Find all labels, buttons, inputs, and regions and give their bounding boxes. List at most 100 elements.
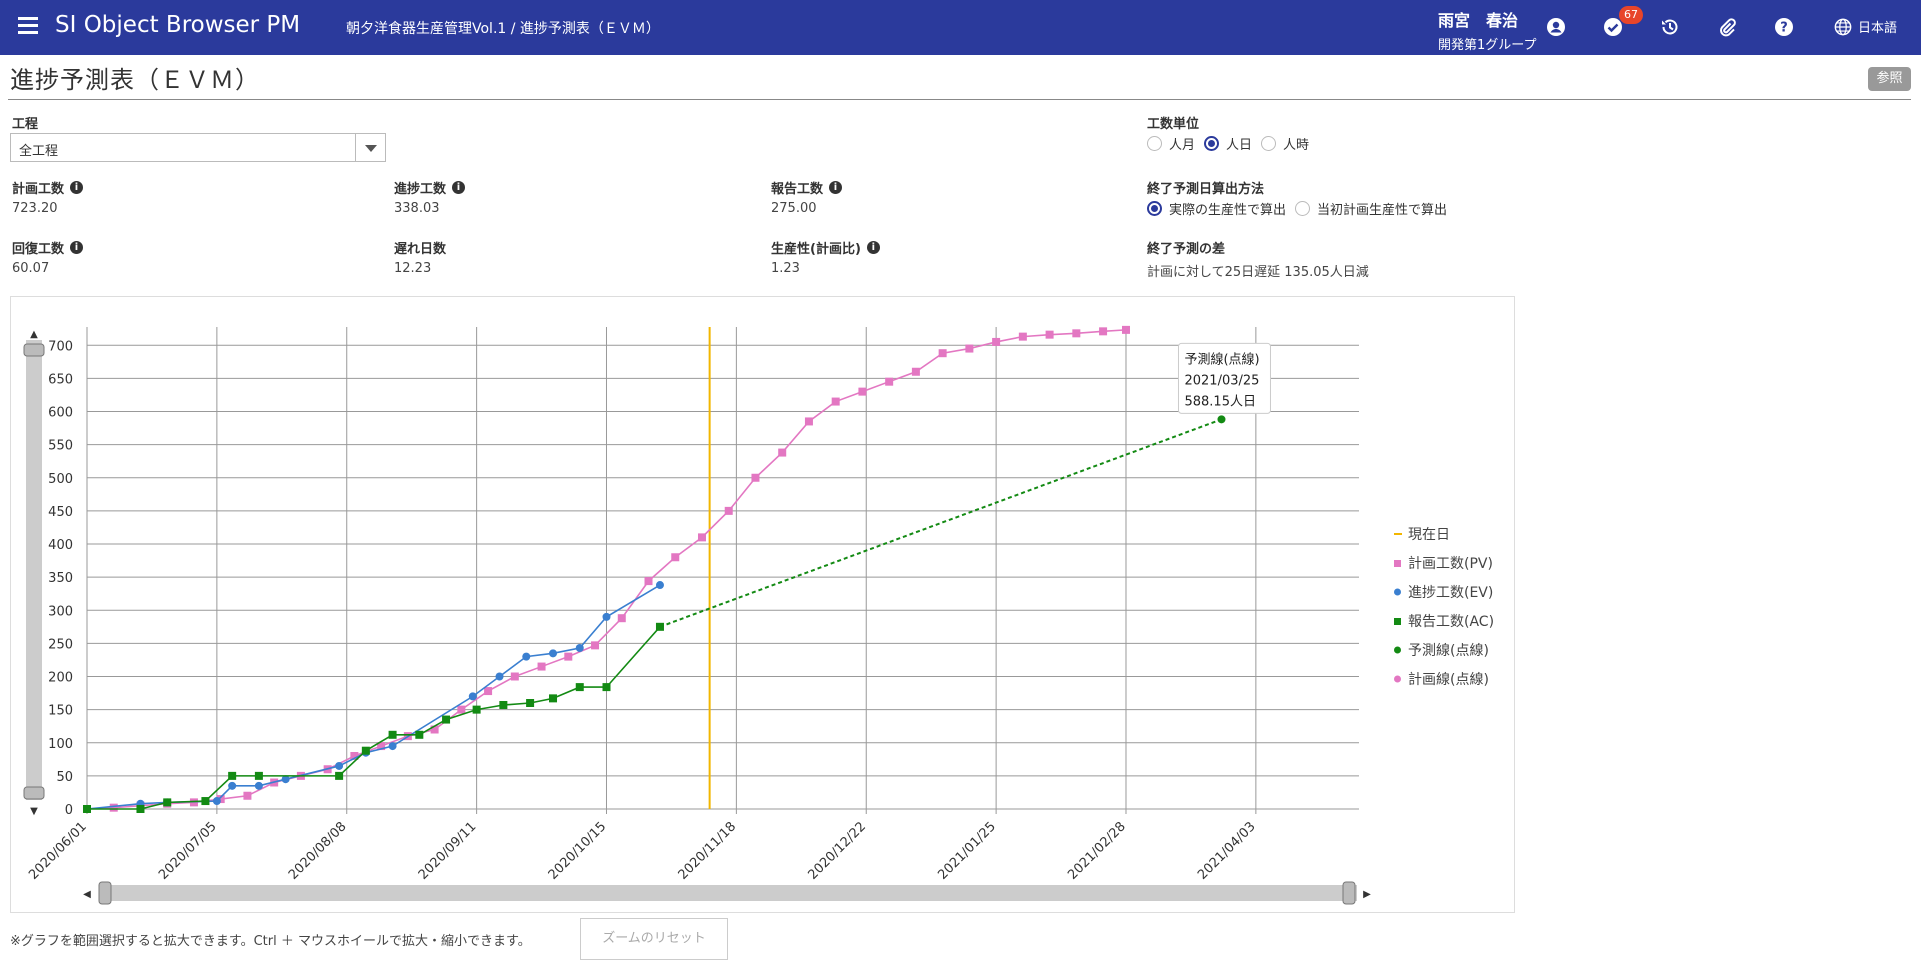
scroll-down-icon: ▼ [30,806,38,817]
radio-icon[interactable] [1261,136,1277,151]
legend-marker [1394,675,1401,683]
data-point [136,805,145,813]
y-tick-label: 500 [48,472,73,487]
y-tick-label: 600 [48,406,73,421]
app-header: SI Object Browser PM 朝夕洋食器生産管理Vol.1 / 進捗… [0,0,1921,55]
info-icon[interactable]: i [70,241,84,254]
breadcrumb: 朝夕洋食器生産管理Vol.1 / 進捗予測表（ＥＶＭ） [346,21,660,37]
reported-effort-label: 報告工数 i [771,178,843,197]
legend-marker [1394,588,1401,596]
info-icon[interactable]: i [866,241,880,254]
radio-icon[interactable] [1147,136,1162,151]
recovery-effort-value: 60.07 [12,261,50,276]
y-tick-label: 200 [48,671,73,686]
data-point [495,672,504,681]
unit-option-day[interactable]: 人日 [1204,134,1252,153]
history-icon[interactable] [1660,17,1680,37]
radio-selected-icon[interactable] [1204,136,1220,151]
data-point [468,692,477,701]
data-point [442,715,451,724]
radio-icon[interactable] [1295,201,1311,216]
data-point [228,781,237,790]
y-tick-label: 450 [48,505,73,520]
data-point [575,644,584,653]
data-point [254,771,263,780]
language-label: 日本語 [1858,21,1898,36]
x-tick-label: 2020/09/11 [416,819,480,883]
legend-marker [1394,560,1401,567]
data-point [228,771,237,780]
info-icon[interactable]: i [829,181,843,194]
data-point [655,581,664,590]
legend-item: 予測線(点線) [1408,643,1489,659]
data-point [992,337,1001,346]
data-point [778,448,787,457]
data-point [602,612,611,621]
chevron-down-icon[interactable] [355,134,385,161]
v-scroll-track [26,340,42,800]
reference-button[interactable]: 参照 [1868,67,1911,91]
y-tick-label: 150 [48,704,73,719]
user-info: 雨宮 春治 開発第1グループ [1438,7,1537,53]
progress-effort-value: 338.03 [394,201,440,216]
data-point [243,791,252,800]
chart-svg[interactable]: 0 50 100 150 200 250 300 350 400 450 500 550 600 650 7… [11,297,1516,914]
method-label: 終了予測日算出方法 [1147,182,1265,197]
end-forecast-diff-value: 計画に対して25日遅延 135.05人日減 [1147,265,1369,280]
method-option-actual[interactable]: 実際の生産性で算出 [1147,199,1286,218]
language-selector[interactable]: 日本語 [1834,17,1897,36]
method-option-initial[interactable]: 当初計画生産性で算出 [1295,199,1447,218]
help-icon[interactable]: ? [1774,17,1794,37]
scroll-right-icon: ▶ [1363,889,1371,900]
data-point [163,798,172,807]
globe-icon [1834,18,1852,35]
unit-option-hour[interactable]: 人時 [1261,134,1309,153]
page-title: 進捗予測表（ＥＶＭ） [10,66,260,94]
unit-radio-group: 人月 人日 人時 [1147,134,1318,153]
data-point [1099,327,1108,336]
data-point [335,761,344,770]
data-point [575,683,584,692]
app-title[interactable]: SI Object Browser PM [55,12,300,38]
process-select-value: 全工程 [19,144,59,159]
data-point [804,417,813,426]
data-point [212,797,221,806]
process-select[interactable]: 全工程 [10,133,386,162]
productivity-value: 1.23 [771,261,800,276]
data-point [388,742,397,751]
data-point [724,506,733,515]
x-tick-label: 2020/10/15 [546,819,610,883]
data-point [537,662,546,671]
y-tick-label: 650 [48,372,73,387]
data-point [254,781,263,790]
legend-item: 報告工数(AC) [1408,614,1494,630]
info-icon[interactable]: i [452,181,466,194]
data-point [522,652,531,661]
y-tick-label: 550 [48,439,73,454]
data-point [388,730,397,739]
data-point [751,473,760,482]
zoom-reset-button[interactable]: ズームのリセット [580,918,728,960]
data-point [1217,415,1226,424]
unit-label: 工数単位 [1147,117,1200,132]
y-tick-label: 250 [48,637,73,652]
end-forecast-diff-label: 終了予測の差 [1147,242,1226,257]
radio-selected-icon[interactable] [1147,201,1162,216]
tooltip-text: 588.15人日 [1184,394,1256,409]
menu-icon[interactable] [18,17,38,35]
x-tick-label: 2021/02/28 [1065,819,1129,883]
data-point [885,377,894,386]
attachment-icon[interactable] [1717,17,1737,37]
delay-days-label: 遅れ日数 [394,242,447,257]
info-icon[interactable]: i [70,181,84,194]
y-tick-label: 100 [48,737,73,752]
data-point [1018,332,1027,341]
account-icon[interactable] [1546,17,1566,37]
y-tick-label: 700 [48,339,73,354]
evm-chart[interactable]: 0 50 100 150 200 250 300 350 400 450 500 550 600 650 7… [10,296,1515,913]
notification-badge[interactable]: 67 [1619,6,1643,24]
data-point [1045,330,1054,339]
unit-option-month[interactable]: 人月 [1147,134,1195,153]
data-point [201,797,210,806]
h-scroll-track [101,885,1357,901]
